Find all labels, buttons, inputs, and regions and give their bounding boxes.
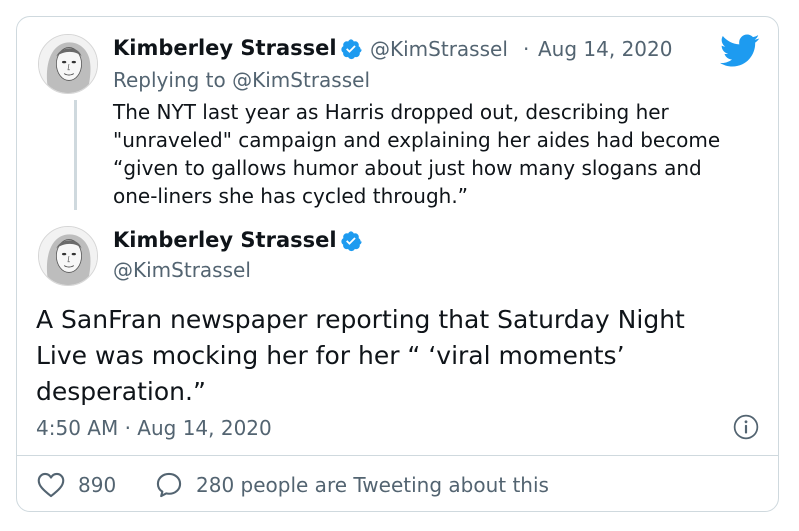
speech-bubble-icon[interactable] [155, 471, 183, 499]
quoted-text-line: The NYT last year as Harris dropped out,… [113, 100, 669, 124]
main-author-name[interactable]: Kimberley Strassel [113, 228, 337, 252]
quoted-tweet-text: The NYT last year as Harris dropped out,… [113, 98, 753, 210]
verified-badge-icon [341, 231, 362, 252]
quoted-tweet-date[interactable]: Aug 14, 2020 [538, 37, 672, 61]
quoted-author-name[interactable]: Kimberley Strassel [113, 36, 337, 60]
divider [16, 455, 779, 456]
main-text-line: Live was mocking her for her “ ‘viral mo… [36, 341, 625, 370]
quoted-text-line: "unraveled" campaign and explaining her … [113, 128, 721, 152]
info-icon[interactable] [733, 414, 759, 440]
main-text-line: desperation.” [36, 377, 206, 406]
meta-separator: · [523, 37, 530, 61]
main-author-handle[interactable]: @KimStrassel [113, 258, 251, 282]
avatar[interactable] [38, 34, 98, 94]
tweet-timestamp[interactable]: 4:50 AM · Aug 14, 2020 [36, 416, 272, 440]
conversation-link[interactable]: 280 people are Tweeting about this [196, 473, 549, 497]
twitter-bird-icon[interactable] [720, 34, 760, 68]
replying-to-handle[interactable]: @KimStrassel [232, 68, 370, 92]
main-tweet-text: A SanFran newspaper reporting that Satur… [36, 302, 756, 410]
avatar[interactable] [38, 226, 98, 286]
verified-badge-icon [341, 39, 362, 60]
thread-connector-line [74, 100, 77, 210]
main-text-line: A SanFran newspaper reporting that Satur… [36, 305, 685, 334]
quoted-author-handle[interactable]: @KimStrassel [370, 37, 508, 61]
like-count[interactable]: 890 [78, 473, 116, 497]
quoted-text-line: “given to gallows humor about just how m… [113, 156, 702, 180]
quoted-text-line: one-liners she has cycled through.” [113, 184, 469, 208]
replying-to-prefix: Replying to [113, 68, 226, 92]
replying-to-label: Replying to @KimStrassel [113, 68, 370, 92]
heart-icon[interactable] [37, 472, 65, 498]
